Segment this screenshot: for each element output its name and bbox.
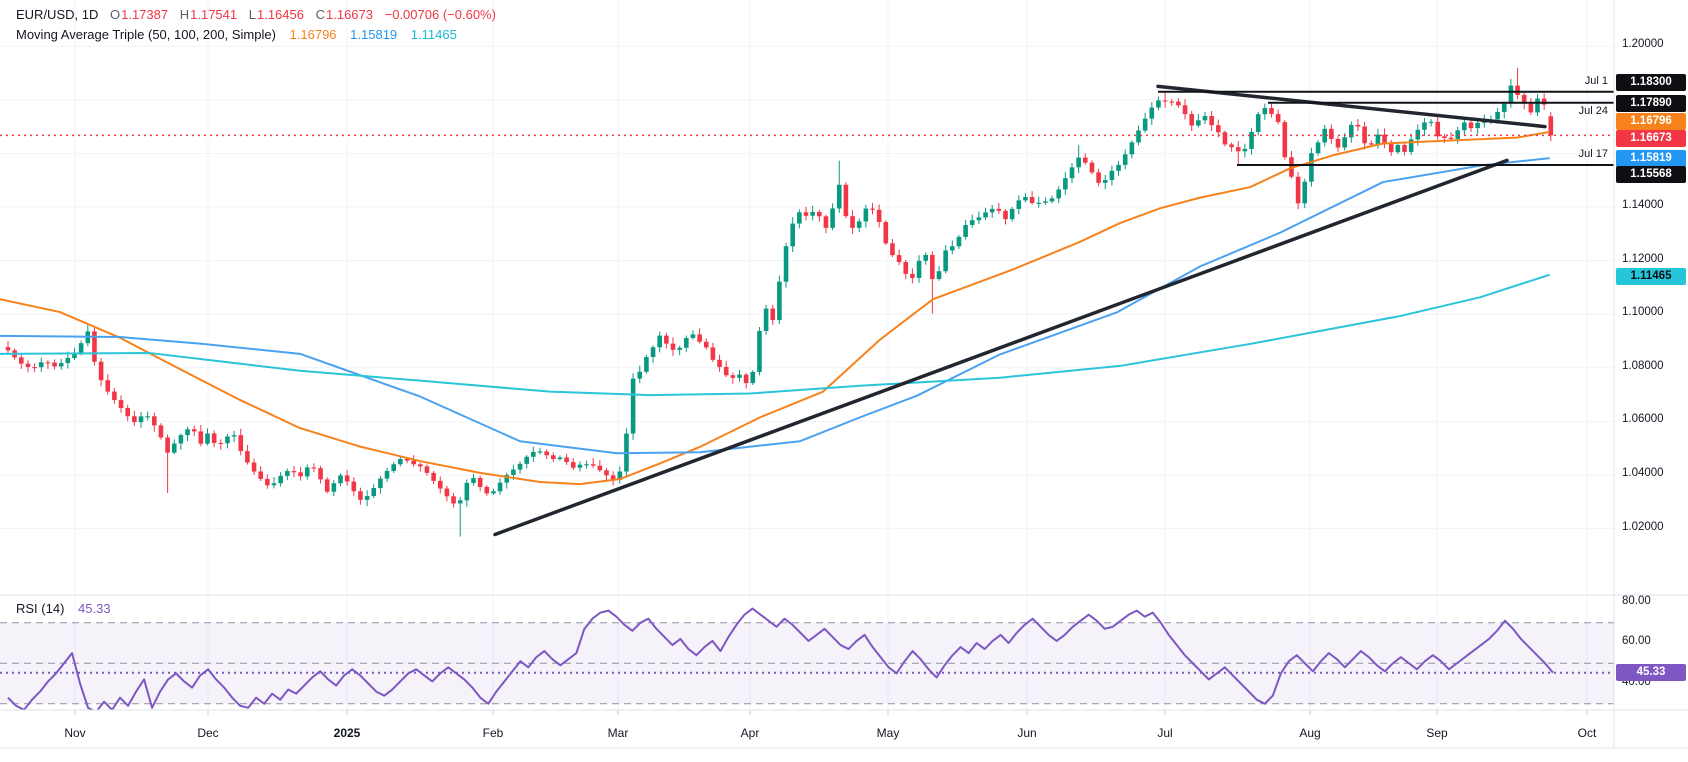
symbol-title: EUR/USD, 1D	[16, 7, 99, 22]
rsi-indicator-legend-row[interactable]: RSI (14) 45.33	[16, 601, 111, 616]
candlestick-series	[5, 67, 1554, 537]
ma-indicator-legend-row[interactable]: Moving Average Triple (50, 100, 200, Sim…	[16, 27, 457, 42]
month-label-jul[interactable]: Jul	[1135, 726, 1195, 740]
price-axis-label: 1.20000	[1622, 38, 1664, 51]
rsi-axis-label: 60.00	[1622, 635, 1651, 647]
month-label-may[interactable]: May	[858, 726, 918, 740]
plot-area[interactable]	[0, 0, 1614, 712]
level-jul1-badge: 1.18300	[1616, 73, 1686, 91]
ma-indicator-title: Moving Average Triple (50, 100, 200, Sim…	[16, 27, 276, 42]
month-label-dec[interactable]: Dec	[178, 726, 238, 740]
level-jul24-badge: 1.17890	[1616, 94, 1686, 112]
open-label: O	[109, 7, 121, 22]
low-label: L	[248, 7, 256, 22]
price-axis-label: 1.08000	[1622, 359, 1664, 372]
ma50-badge: 1.16796	[1616, 112, 1686, 130]
month-label-jun[interactable]: Jun	[997, 726, 1057, 740]
ma50-value: 1.16796	[289, 27, 337, 42]
month-label-nov[interactable]: Nov	[45, 726, 105, 740]
ascending-trendline[interactable]	[493, 158, 1509, 537]
price-axis-label: 1.12000	[1622, 252, 1664, 265]
month-label-aug[interactable]: Aug	[1280, 726, 1340, 740]
high-label: H	[179, 7, 190, 22]
rsi-indicator-title: RSI (14)	[16, 601, 65, 616]
price-axis-label: 1.14000	[1622, 199, 1664, 211]
price-axis-label: 1.04000	[1622, 467, 1664, 479]
chart-canvas[interactable]	[0, 0, 1688, 762]
ma100-value: 1.15819	[350, 27, 398, 42]
ma-line-100	[0, 157, 1550, 455]
date-marker-label: Jul 1	[1584, 75, 1608, 87]
ma100-badge: 1.15819	[1616, 149, 1686, 167]
low-value: 1.16456	[256, 7, 304, 22]
trading-chart: EUR/USD, 1D O1.17387 H1.17541 L1.16456 C…	[0, 0, 1688, 762]
close-value: 1.16673	[326, 7, 373, 22]
month-label-feb[interactable]: Feb	[463, 726, 523, 740]
date-marker-label: Jul 17	[1578, 148, 1608, 160]
last-price-badge: 1.16673	[1616, 129, 1686, 147]
date-marker-label: Jul 24	[1578, 105, 1608, 117]
price-axis-label: 1.06000	[1622, 413, 1664, 426]
high-value: 1.17541	[190, 7, 238, 22]
ma200-value: 1.11465	[410, 27, 457, 42]
month-label-oct[interactable]: Oct	[1557, 726, 1617, 740]
close-label: C	[315, 7, 325, 22]
ma-line-200	[0, 273, 1550, 397]
level-jul17-badge: 1.15568	[1616, 165, 1686, 183]
month-label-mar[interactable]: Mar	[588, 726, 648, 740]
open-value: 1.17387	[121, 7, 169, 22]
month-label-sep[interactable]: Sep	[1407, 726, 1467, 740]
rsi-axis-label: 80.00	[1622, 594, 1651, 607]
ma200-badge: 1.11465	[1616, 267, 1686, 285]
month-label-apr[interactable]: Apr	[720, 726, 780, 740]
change-value: −0.00706 (−0.60%)	[384, 7, 496, 22]
month-label-2025[interactable]: 2025	[317, 726, 377, 740]
price-axis-label: 1.10000	[1622, 306, 1664, 319]
rsi-value: 45.33	[78, 601, 111, 616]
symbol-legend-row[interactable]: EUR/USD, 1D O1.17387 H1.17541 L1.16456 C…	[16, 7, 496, 22]
price-axis-label: 1.02000	[1622, 520, 1664, 533]
rsi-value-badge: 45.33	[1616, 663, 1686, 681]
